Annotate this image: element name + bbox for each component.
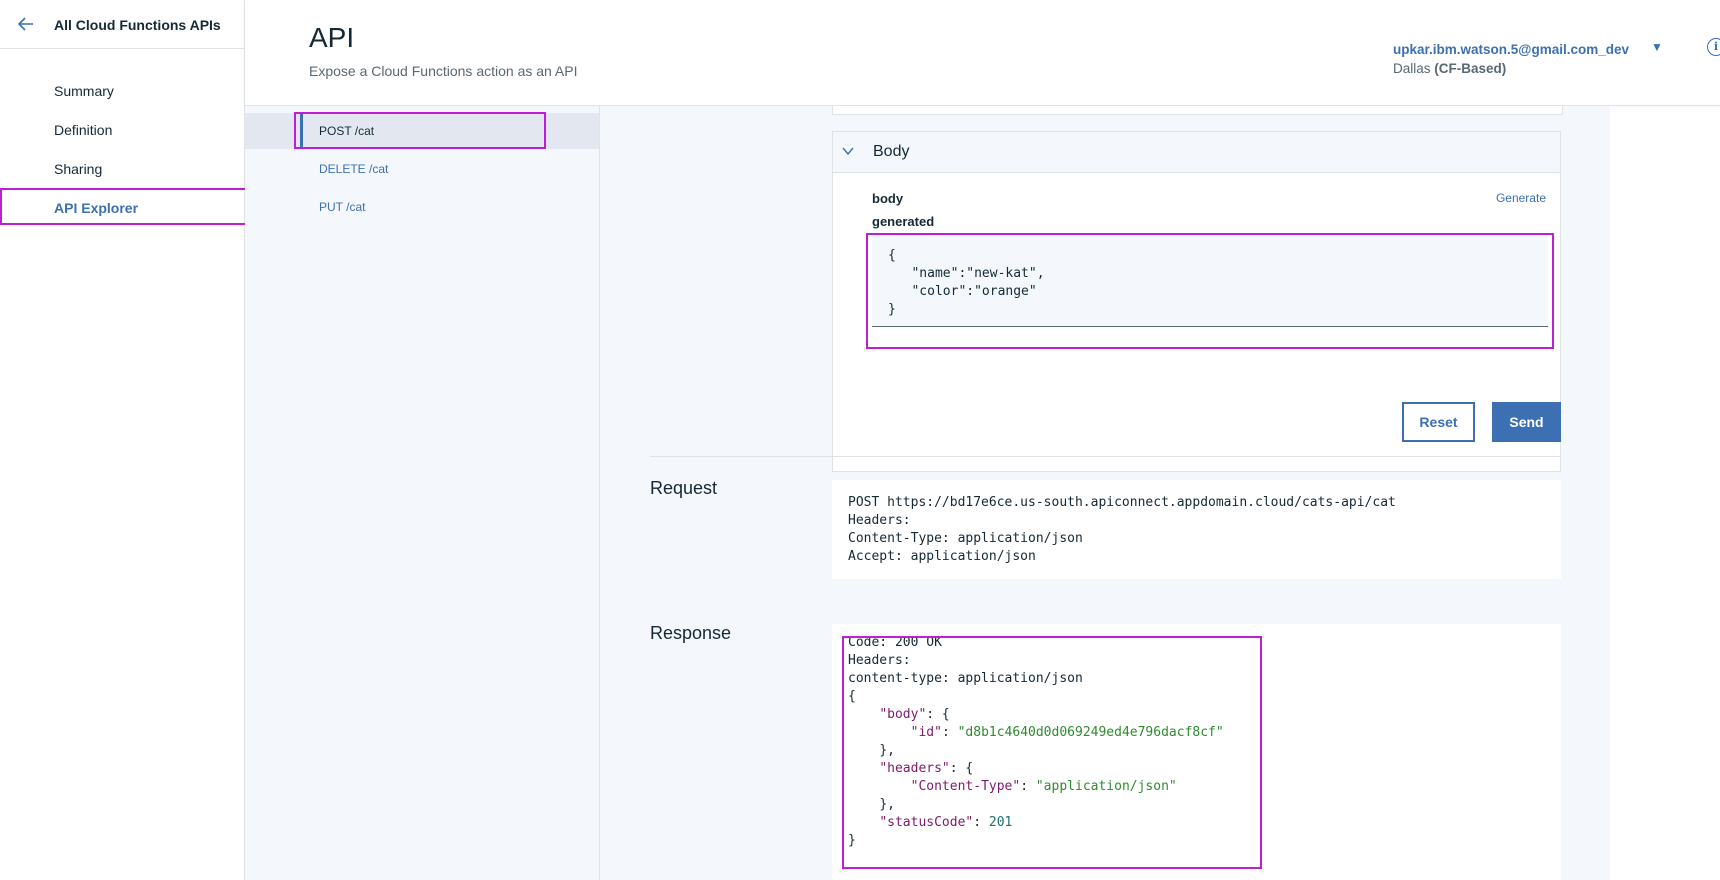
account-selector[interactable]: upkar.ibm.watson.5@gmail.com_dev xyxy=(1393,42,1629,57)
generated-label: generated xyxy=(872,214,935,229)
json-punct: }, xyxy=(879,797,895,812)
response-details: Code: 200 OK Headers: content-type: appl… xyxy=(832,624,1561,880)
json-string: "application/json" xyxy=(1035,779,1177,794)
send-button[interactable]: Send xyxy=(1492,402,1561,442)
body-textarea[interactable]: { "name":"new-kat", "color":"orange" } xyxy=(872,235,1548,327)
sidebar-item-summary[interactable]: Summary xyxy=(0,73,244,109)
body-section-header[interactable]: Body xyxy=(833,132,1560,173)
json-key: "id" xyxy=(910,725,942,740)
region-type: (CF-Based) xyxy=(1434,61,1507,76)
region-name: Dallas xyxy=(1393,61,1431,76)
json-key: "headers" xyxy=(879,761,950,776)
request-details: POST https://bd17e6ce.us-south.apiconnec… xyxy=(832,480,1561,579)
response-code: Code: 200 OK xyxy=(848,635,942,650)
body-section-title: Body xyxy=(873,143,910,160)
sidebar-item-sharing[interactable]: Sharing xyxy=(0,151,244,187)
sidebar-item-definition[interactable]: Definition xyxy=(0,112,244,148)
response-heading: Response xyxy=(650,623,732,643)
json-number: 201 xyxy=(988,815,1013,830)
response-content-type: content-type: application/json xyxy=(848,671,1083,686)
json-key: "Content-Type" xyxy=(910,779,1021,794)
json-brace: } xyxy=(848,833,856,848)
json-string: "d8b1c4640d0d069249ed4e796dacf8cf" xyxy=(957,725,1224,740)
left-sidebar: All Cloud Functions APIs Summary Definit… xyxy=(0,0,245,880)
sidebar-header: All Cloud Functions APIs xyxy=(0,0,244,49)
json-key: "body" xyxy=(879,707,927,722)
body-param-label: body xyxy=(872,191,904,206)
caret-down-icon[interactable]: ▼ xyxy=(1651,40,1663,54)
divider xyxy=(650,456,1561,457)
page-subtitle: Expose a Cloud Functions action as an AP… xyxy=(309,63,578,79)
reset-button[interactable]: Reset xyxy=(1402,402,1475,442)
page-title: API xyxy=(309,22,355,53)
json-punct: }, xyxy=(879,743,895,758)
sidebar-title[interactable]: All Cloud Functions APIs xyxy=(54,17,221,33)
api-explorer-main: Body body Generate generated { "name":"n… xyxy=(600,106,1610,880)
info-icon[interactable]: i xyxy=(1707,38,1720,56)
previous-section-edge xyxy=(832,106,1563,115)
region-label: Dallas (CF-Based) xyxy=(1393,61,1506,76)
json-punct: : { xyxy=(926,707,950,722)
operation-post-cat[interactable]: POST /cat xyxy=(245,113,599,149)
sidebar-item-api-explorer[interactable]: API Explorer xyxy=(0,190,244,226)
operation-delete-cat[interactable]: DELETE /cat xyxy=(245,151,599,187)
json-punct: : { xyxy=(949,761,974,776)
operation-put-cat[interactable]: PUT /cat xyxy=(245,189,599,225)
page-header: API Expose a Cloud Functions action as a… xyxy=(245,0,1720,106)
chevron-down-icon[interactable] xyxy=(841,144,855,158)
json-brace: { xyxy=(848,689,856,704)
arrow-left-icon[interactable] xyxy=(16,14,36,34)
request-heading: Request xyxy=(650,478,718,498)
response-headers-label: Headers: xyxy=(848,653,911,668)
generate-link[interactable]: Generate xyxy=(1496,191,1546,205)
json-key: "statusCode" xyxy=(879,815,974,830)
operations-list: POST /cat DELETE /cat PUT /cat xyxy=(245,106,600,880)
